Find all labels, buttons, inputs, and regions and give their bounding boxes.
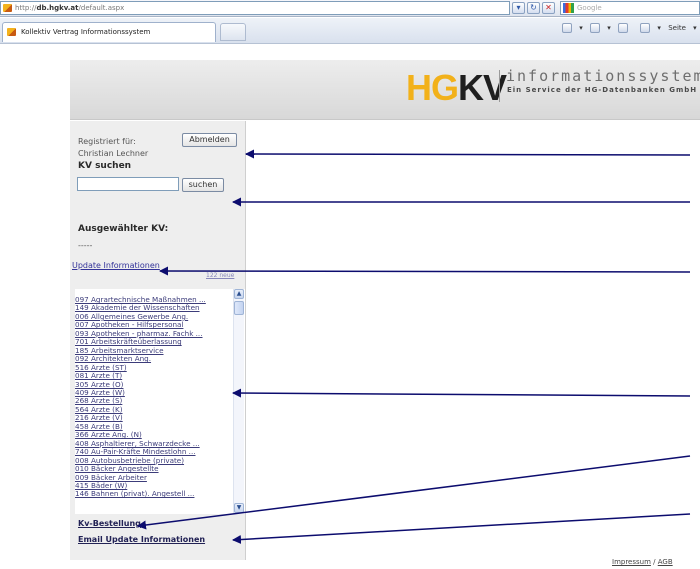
tab-title: Kollektiv Vertrag Informationssystem [21, 28, 151, 36]
search-placeholder: Google [577, 4, 602, 12]
browser-toolbar: ▾ ▾ ▾ Seite ▾ [562, 23, 700, 39]
kv-search-input[interactable] [77, 177, 179, 191]
selected-kv-heading: Ausgewählter KV: [78, 224, 169, 234]
header-title: informationssystem [506, 67, 700, 85]
url-prefix: http:// [15, 4, 37, 12]
feeds-icon[interactable]: ▾ [589, 23, 611, 33]
search-button[interactable]: suchen [182, 178, 224, 192]
agb-link[interactable]: AGB [658, 558, 673, 566]
update-count-link[interactable]: 122 neue [206, 272, 234, 279]
stop-icon[interactable]: ✕ [542, 2, 555, 14]
selected-kv-value: ----- [78, 241, 93, 250]
logout-button[interactable]: Abmelden [182, 133, 237, 147]
scroll-thumb[interactable] [234, 301, 244, 315]
dropdown-arrow-icon[interactable]: ▾ [512, 2, 525, 14]
footer: Impressum / AGB [612, 558, 673, 566]
kv-order-link[interactable]: Kv-Bestellung [78, 519, 141, 528]
hgkv-logo: HGKV [406, 67, 507, 108]
tab-kollektiv-vertrag[interactable]: Kollektiv Vertrag Informationssystem [2, 22, 216, 42]
kv-list-item[interactable]: 366 Ärzte Ang. (N) [75, 431, 225, 439]
kv-list-scrollbar[interactable]: ▲ ▼ [233, 289, 244, 513]
url-domain: db.hgkv.at [36, 4, 79, 12]
mail-icon[interactable] [617, 23, 633, 33]
kv-list-item[interactable]: 216 Ärzte (V) [75, 414, 225, 422]
email-update-link[interactable]: Email Update Informationen [78, 535, 205, 544]
footer-separator: / [650, 558, 658, 566]
kv-list-item[interactable]: 097 Agrartechnische Maßnahmen ... [75, 296, 225, 304]
kv-list-item[interactable]: 007 Apotheken - Hilfspersonal [75, 321, 225, 329]
kv-list-item[interactable]: 740 Au-Pair-Kräfte Mindestlohn ... [75, 448, 225, 456]
registered-label: Registriert für: [78, 137, 136, 146]
url-path: /default.aspx [78, 4, 125, 12]
kv-list-item[interactable]: 268 Ärzte (S) [75, 397, 225, 405]
scroll-down-icon[interactable]: ▼ [234, 503, 244, 513]
kv-list-item[interactable]: 564 Ärzte (K) [75, 406, 225, 414]
browser-address-bar: http://db.hgkv.at/default.aspx ▾ ↻ ✕ Goo… [0, 0, 700, 17]
kv-list-item[interactable]: 009 Bäcker Arbeiter [75, 474, 225, 482]
home-icon[interactable]: ▾ [562, 23, 583, 33]
kv-list-item[interactable]: 185 Arbeitsmarktservice [75, 347, 225, 355]
print-icon[interactable]: ▾ [640, 23, 661, 33]
kv-list-item[interactable]: 701 Arbeitskräfteüberlassung [75, 338, 225, 346]
kv-list[interactable]: 097 Agrartechnische Maßnahmen ... 149 Aka… [75, 289, 245, 514]
tab-favicon-icon [7, 28, 16, 36]
kv-list-item[interactable]: 081 Ärzte (T) [75, 372, 225, 380]
kv-list-item[interactable]: 516 Ärzte (ST) [75, 364, 225, 372]
browser-tab-bar: Kollektiv Vertrag Informationssystem ▾ ▾… [0, 18, 700, 44]
kv-list-item[interactable]: 149 Akademie der Wissenschaften [75, 304, 225, 312]
google-logo-icon [563, 3, 574, 13]
update-info-link[interactable]: Update Informationen [72, 261, 160, 270]
kv-list-item[interactable]: 146 Bahnen (privat). Angestell ... [75, 490, 225, 498]
user-name: Christian Lechner [78, 149, 149, 158]
kv-list-item[interactable]: 092 Architekten Ang. [75, 355, 225, 363]
kv-list-item[interactable]: 458 Ärzte (B) [75, 423, 225, 431]
page-header: HGKV informationssystem Ein Service der … [70, 60, 700, 120]
kv-list-item[interactable]: 409 Ärzte (W) [75, 389, 225, 397]
header-subtitle: Ein Service der HG-Datenbanken GmbH [507, 86, 698, 94]
new-tab-button[interactable] [220, 23, 246, 41]
logo-divider [499, 70, 500, 102]
search-heading: KV suchen [78, 161, 132, 171]
kv-list-item[interactable]: 415 Bäder (W) [75, 482, 225, 490]
scroll-up-icon[interactable]: ▲ [234, 289, 244, 299]
browser-search-input[interactable]: Google [560, 1, 700, 15]
kv-list-item[interactable]: 093 Apotheken - pharmaz. Fachk ... [75, 330, 225, 338]
refresh-icon[interactable]: ↻ [527, 2, 540, 14]
kv-list-item[interactable]: 408 Asphaltierer, Schwarzdecke ... [75, 440, 225, 448]
impressum-link[interactable]: Impressum [612, 558, 651, 566]
site-favicon-icon [3, 4, 12, 12]
kv-list-item[interactable]: 305 Ärzte (O) [75, 381, 225, 389]
kv-list-item[interactable]: 008 Autobusbetriebe (private) [75, 457, 225, 465]
url-field[interactable]: http://db.hgkv.at/default.aspx [0, 1, 510, 15]
kv-list-item[interactable]: 006 Allgemeines Gewerbe Ang. [75, 313, 225, 321]
page-menu[interactable]: Seite ▾ [668, 24, 697, 32]
kv-list-item[interactable]: 010 Bäcker Angestellte [75, 465, 225, 473]
